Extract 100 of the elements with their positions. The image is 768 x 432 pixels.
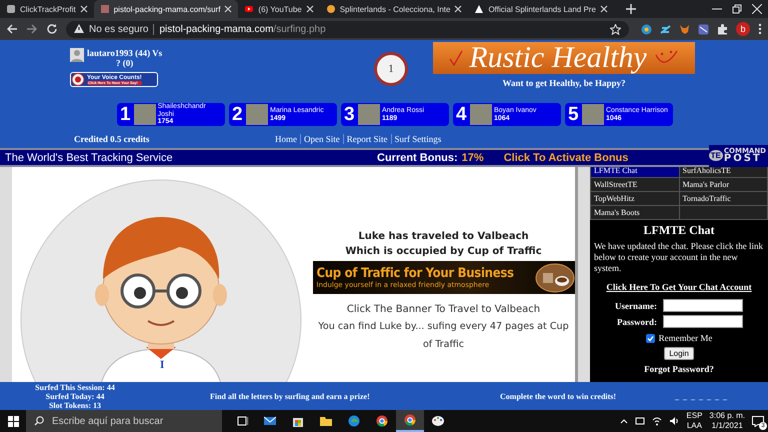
windows-icon[interactable] [8,416,18,426]
chat-account-link[interactable]: Click Here To Get Your Chat Account [590,282,768,293]
forward-icon[interactable] [26,23,38,35]
wifi-icon[interactable] [652,416,662,426]
clock-time[interactable]: 3:06 p. m. [709,411,745,421]
tab-favicon [244,4,254,14]
site-link[interactable]: WallStreetTE [591,178,678,191]
browser-tab[interactable]: pistol-packing-mama.com/surf [94,0,238,18]
photo-placeholder [246,104,268,125]
paint-palette-icon[interactable] [432,415,444,427]
checkbox-label: Remember Me [658,333,712,343]
hidden-letter[interactable]: I [160,359,164,371]
url-text: pistol-packing-mama.com/surfing.php [159,24,326,34]
star-icon[interactable] [610,24,621,34]
task-view-icon[interactable] [236,415,248,427]
bonus-label: Current Bonus: [377,152,458,164]
ad-title: Cup of Traffic for Your Business [316,266,515,281]
banner-title: Rustic Healthy [469,43,647,73]
menu-icon[interactable] [758,23,762,35]
check-icon [646,334,654,342]
nav-link[interactable]: Surf Settings [392,134,444,144]
extension-icon[interactable] [698,24,709,34]
user-avatar-icon [70,48,84,62]
chrome-icon[interactable] [404,414,416,426]
rank-number: 5 [568,104,580,126]
nav-link[interactable]: Open Site [301,134,344,144]
fox-icon[interactable] [679,24,690,34]
surf-timer: 1 [374,52,408,86]
chat-message: We have updated the chat. Please click the link below to create your account in the new system. [593,241,764,274]
username-field[interactable] [663,299,743,312]
extension-icon[interactable] [641,24,652,34]
surf-stat: Slot Tokens: 13 [48,400,102,410]
taskbar-search-field[interactable]: Escribe aquí para buscar [26,410,222,432]
browser-tab[interactable]: ClickTrackProfit [0,0,94,18]
site-link[interactable]: Mama's Boots [591,206,678,219]
extension-icon[interactable] [660,24,671,34]
new-tab-plus-icon[interactable] [626,4,636,14]
chevron-up-icon[interactable] [620,418,628,424]
site-link[interactable]: Mama's Parlor [680,178,767,191]
keyboard-layout[interactable]: LAA [686,421,702,431]
close-icon[interactable] [224,5,232,13]
browser-tab[interactable]: Official Splinterlands Land Pre [468,0,614,18]
clock-date[interactable]: 1/1/2021 [712,421,743,431]
logo-badge: TE [708,150,723,161]
login-button[interactable]: Login [664,347,694,360]
site-link[interactable]: TornadoTraffic [680,192,767,205]
search-hint: You can find Luke by... sufing every 47 pages at Cup of Traffic [317,320,570,352]
security-label: No es seguro [89,24,148,34]
activate-bonus-link[interactable]: Click To Activate Bonus [504,152,628,164]
close-icon[interactable] [454,5,462,13]
nav-link[interactable]: Home [272,134,301,144]
site-link[interactable]: LFMTE Chat [591,167,678,177]
surf-stat: Surfed This Session: 44 [35,382,115,392]
forgot-password-link[interactable]: Forgot Password? [590,364,768,374]
close-icon[interactable] [600,5,608,13]
restore-icon[interactable] [732,4,742,14]
notification-icon[interactable] [752,416,764,426]
field-label: Password: [616,316,657,326]
close-icon[interactable] [80,5,88,13]
reload-icon[interactable] [46,23,58,35]
profile-avatar[interactable]: b [736,22,750,36]
browser-tab[interactable]: (6) YouTube [238,0,320,18]
tab-favicon [474,4,484,14]
store-icon[interactable] [292,415,304,427]
remember-checkbox[interactable] [646,334,655,342]
photo-placeholder [470,104,492,125]
volume-icon[interactable] [669,416,680,426]
word-blanks: _ _ _ _ _ _ _ [675,392,728,400]
logo-bottom-text: POST [724,154,762,164]
photo-placeholder [582,104,604,125]
mail-icon[interactable] [264,415,276,427]
close-icon[interactable] [306,5,314,13]
complete-word-text: Complete the word to win credits! [500,392,618,400]
browser-tab[interactable]: Splinterlands - Colecciona, Inte [320,0,468,18]
search-placeholder: Escribe aquí para buscar [52,416,164,426]
tab-favicon [100,4,110,14]
travel-heading: Luke has traveled to Valbeach [358,230,529,244]
site-link[interactable]: SurfAholicsTE [680,167,767,177]
photo-placeholder [134,104,156,125]
password-field[interactable] [663,315,743,328]
puzzle-icon[interactable] [717,24,728,34]
opponent-name: ? (0) [116,58,134,68]
occupant-text: Which is occupied by Cup of Traffic [345,245,542,259]
field-label: Username: [615,300,657,310]
network-icon[interactable] [635,416,646,426]
chrome-icon[interactable] [376,415,388,427]
close-icon[interactable] [752,4,762,14]
bonus-value: 17% [462,152,484,164]
site-link[interactable]: TopWebHitz [591,192,678,205]
player-name: lautaro1993 (44) Vs [87,48,162,58]
site-slogan: The World's Best Tracking Service [4,152,174,164]
browser-icon[interactable] [348,415,360,427]
address-bar[interactable]: No es seguro pistol-packing-mama.com/surfing.php [66,20,629,38]
back-icon[interactable] [6,23,18,35]
tab-favicon [6,4,16,14]
prize-text: Find all the letters by surfing and earn a prize! [210,392,371,400]
language-indicator[interactable]: ESP [686,411,702,421]
coffee-cups-icon [534,262,574,292]
folder-icon[interactable] [320,415,332,427]
nav-link[interactable]: Report Site [344,134,392,144]
